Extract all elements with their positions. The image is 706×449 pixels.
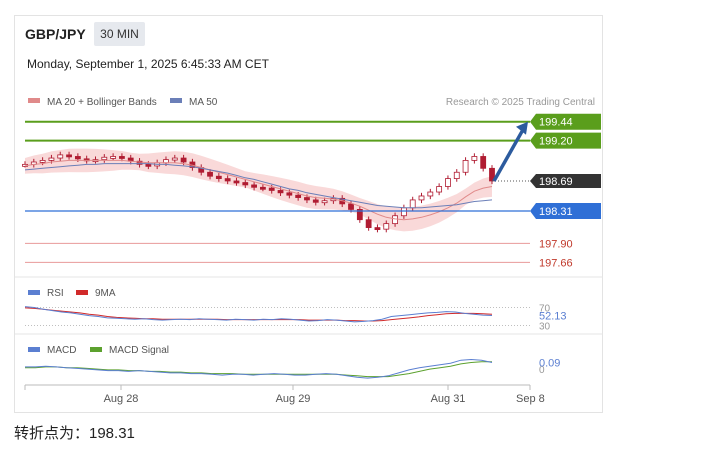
candle-body [101, 156, 108, 161]
candle-body [392, 215, 398, 225]
rsi-legend-label: RSI [47, 288, 64, 299]
resistance-price-label: 199.20 [539, 136, 573, 148]
support-price-label: 197.66 [539, 257, 573, 269]
x-tick-label: Aug 29 [276, 393, 311, 405]
candle-body [471, 156, 478, 161]
candle-body [436, 186, 443, 193]
candle-body [374, 227, 381, 230]
current-price-label: 198.69 [539, 176, 573, 188]
candle-body [74, 156, 81, 160]
candle-body [400, 207, 407, 217]
source-note: Research © 2025 Trading Central [446, 97, 595, 108]
rsi-legend-swatch [28, 290, 40, 295]
macd-plot: 00.09 [25, 357, 560, 379]
rsi-current-label: 52.13 [539, 311, 567, 323]
macd-signal-legend-swatch [90, 347, 102, 352]
rsi-line [24, 306, 493, 323]
rsi-ma-legend-swatch [76, 290, 88, 295]
candle-body [224, 178, 231, 182]
candle-body [207, 171, 213, 177]
price-plot [22, 148, 495, 233]
candle-body [312, 199, 319, 203]
candle-body [66, 154, 72, 158]
candle-body [418, 195, 425, 201]
macd-legend-swatch [28, 347, 40, 352]
candle-body [110, 156, 117, 159]
candle-body [321, 200, 328, 204]
candle-body [233, 180, 240, 184]
candle-body [145, 163, 152, 167]
ma20-legend-swatch [28, 98, 40, 103]
resistance-price-label: 199.44 [539, 117, 573, 129]
ma50-legend-label: MA 50 [189, 97, 218, 108]
chart-svg: MA 20 + Bollinger Bands MA 50 Research ©… [15, 97, 603, 405]
ma20-legend-label: MA 20 + Bollinger Bands [47, 97, 157, 108]
x-tick-label: Aug 28 [104, 393, 139, 405]
candle-body [215, 175, 222, 179]
candle-body [180, 157, 187, 163]
candle-body [119, 156, 125, 159]
candle-body [48, 157, 55, 161]
candle-body [365, 219, 372, 228]
candle-body [286, 192, 293, 196]
macd-current-label: 0.09 [539, 357, 560, 369]
rsi-plot: 703052.13 [24, 304, 567, 333]
candle-body [462, 160, 469, 173]
pivot-price-label: 198.31 [539, 206, 573, 218]
candle-body [268, 187, 275, 191]
candle-body [39, 160, 46, 163]
candle-body [277, 190, 284, 194]
macd-legend-label: MACD [47, 345, 76, 356]
x-tick-label: Aug 31 [431, 393, 466, 405]
rsi-level-label: 30 [539, 322, 551, 333]
candle-body [348, 203, 354, 210]
candle-body [260, 186, 266, 190]
ma50-legend-swatch [170, 98, 182, 103]
candle-body [453, 171, 460, 179]
candle-body [383, 223, 390, 230]
candle-body [480, 156, 487, 169]
candle-body [445, 178, 451, 187]
macd-signal-legend-label: MACD Signal [109, 345, 169, 356]
candle-body [57, 154, 64, 159]
candle-body [295, 194, 302, 198]
rsi-ma-legend-label: 9MA [95, 288, 116, 299]
candle-body [251, 184, 257, 188]
candle-body [409, 199, 416, 209]
candle-body [242, 182, 249, 186]
forecast-arrow-shaft [492, 128, 525, 182]
support-price-label: 197.90 [539, 238, 573, 250]
x-tick-label: Sep 8 [516, 393, 545, 405]
x-axis: Aug 28 Aug 29 Aug 31 Sep 8 [24, 385, 545, 405]
rsi-ma-line [24, 307, 493, 322]
pivot-caption: 转折点为：198.31 [14, 425, 135, 442]
candle-body [171, 157, 178, 161]
candle-body [427, 191, 434, 197]
candle-body [304, 197, 310, 201]
